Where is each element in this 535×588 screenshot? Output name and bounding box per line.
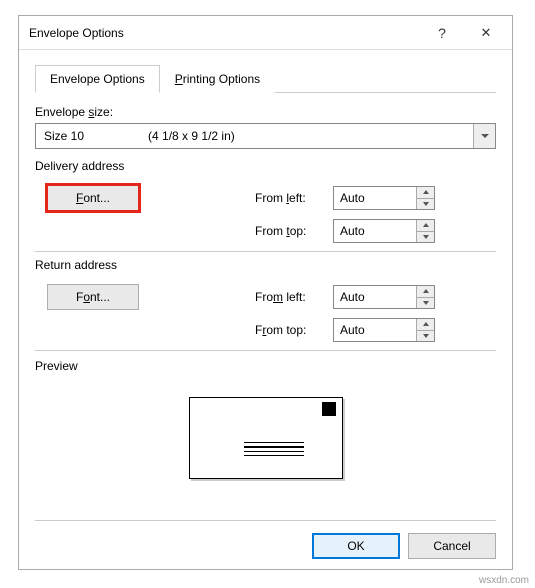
delivery-from-left-spinner[interactable]: Auto — [333, 186, 435, 210]
envelope-size-value: Size 10 (4 1/8 x 9 1/2 in) — [36, 129, 473, 143]
dialog-title: Envelope Options — [29, 26, 420, 40]
return-address-group-label: Return address — [35, 258, 496, 272]
spinner-up-icon[interactable] — [417, 187, 434, 198]
delivery-font-button[interactable]: Font... — [47, 185, 139, 211]
help-button[interactable]: ? — [420, 18, 464, 48]
return-from-top-value[interactable]: Auto — [334, 319, 416, 341]
spinner-down-icon[interactable] — [417, 198, 434, 210]
spinner-down-icon[interactable] — [417, 297, 434, 309]
preview-area — [35, 383, 496, 493]
titlebar: Envelope Options ? ✕ — [19, 16, 512, 50]
spinner-down-icon[interactable] — [417, 330, 434, 342]
divider — [35, 251, 496, 252]
dialog-content: Envelope Options Printing Options Envelo… — [19, 50, 512, 513]
watermark: wsxdn.com — [479, 575, 529, 586]
spinner-up-icon[interactable] — [417, 220, 434, 231]
return-from-left-spinner[interactable]: Auto — [333, 285, 435, 309]
delivery-from-top-spinner[interactable]: Auto — [333, 219, 435, 243]
return-from-top-label: From top: — [255, 323, 333, 337]
return-font-button[interactable]: Font... — [47, 284, 139, 310]
cancel-button[interactable]: Cancel — [408, 533, 496, 559]
envelope-preview-icon — [189, 397, 343, 479]
stamp-icon — [322, 402, 336, 416]
return-from-left-label: From left: — [255, 290, 333, 304]
ok-button[interactable]: OK — [312, 533, 400, 559]
envelope-size-combo[interactable]: Size 10 (4 1/8 x 9 1/2 in) — [35, 123, 496, 149]
delivery-from-top-value[interactable]: Auto — [334, 220, 416, 242]
divider — [35, 350, 496, 351]
delivery-address-group-label: Delivery address — [35, 159, 496, 173]
tabstrip: Envelope Options Printing Options — [35, 64, 496, 93]
delivery-from-left-label: From left: — [255, 191, 333, 205]
spinner-up-icon[interactable] — [417, 319, 434, 330]
close-button[interactable]: ✕ — [464, 18, 508, 48]
spinner-down-icon[interactable] — [417, 231, 434, 243]
address-lines-icon — [244, 442, 304, 459]
tab-envelope-options[interactable]: Envelope Options — [35, 65, 160, 93]
return-from-top-spinner[interactable]: Auto — [333, 318, 435, 342]
tab-printing-options[interactable]: Printing Options — [160, 65, 275, 93]
return-from-left-value[interactable]: Auto — [334, 286, 416, 308]
chevron-down-icon[interactable] — [473, 124, 495, 148]
envelope-options-dialog: Envelope Options ? ✕ Envelope Options Pr… — [18, 15, 513, 570]
dialog-footer: OK Cancel — [35, 520, 496, 559]
delivery-from-top-label: From top: — [255, 224, 333, 238]
spinner-up-icon[interactable] — [417, 286, 434, 297]
preview-label: Preview — [35, 359, 496, 373]
envelope-size-label: Envelope size: — [35, 105, 496, 119]
delivery-from-left-value[interactable]: Auto — [334, 187, 416, 209]
